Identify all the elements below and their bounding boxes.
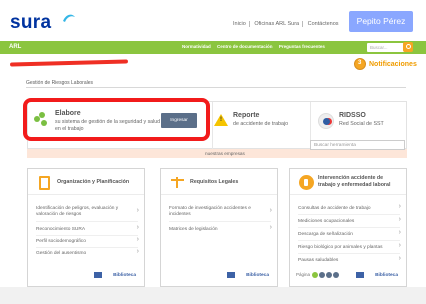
chevron-right-icon[interactable]: ›	[399, 203, 401, 210]
page: sura Inicio Oficinas ARL Sura Contácteno…	[0, 0, 426, 304]
toplink-contactenos[interactable]: Contáctenos	[305, 21, 342, 27]
reporte-description: de accidente de trabajo	[233, 121, 289, 127]
book-icon	[227, 272, 235, 278]
box-item[interactable]: Descarga de señalización	[298, 232, 394, 238]
box-intervencion: Intervención accidente de trabajo y enfe…	[289, 168, 407, 287]
box-organizacion: Organización y Planificación Identificac…	[27, 168, 145, 287]
box-item[interactable]: Reconocimiento SURA	[36, 227, 132, 233]
page-bottom-shadow	[0, 287, 426, 304]
box-title-intervencion: Intervención accidente de trabajo y enfe…	[318, 175, 391, 188]
box-separator	[36, 247, 138, 248]
chevron-right-icon[interactable]: ›	[399, 216, 401, 223]
main-nav-links: Normatividad Centro de documentación Pre…	[182, 44, 330, 49]
highlight-annotation	[23, 98, 210, 141]
redacted-bar	[9, 59, 129, 67]
notifications-link[interactable]: Notificaciones	[369, 61, 417, 68]
tools-strip-text: nuestras empresas	[205, 151, 245, 156]
chevron-right-icon[interactable]: ›	[137, 248, 139, 255]
box-item[interactable]: Mediciones ocupacionales	[298, 219, 394, 225]
box-separator	[298, 227, 400, 228]
pager-dot-3[interactable]	[326, 272, 333, 278]
top-header: sura Inicio Oficinas ARL Sura Contácteno…	[0, 0, 426, 40]
sura-logo[interactable]: sura	[10, 12, 51, 34]
box-title-organizacion: Organización y Planificación	[57, 179, 130, 185]
book-icon	[356, 272, 364, 278]
chevron-right-icon[interactable]: ›	[399, 229, 401, 236]
pager-dot-1[interactable]	[312, 272, 319, 278]
box-requisitos: Requisitos Legales Formato de investigac…	[160, 168, 278, 287]
box-item[interactable]: Riesgo biológico por animales y plantas	[298, 245, 394, 251]
box-separator	[298, 253, 400, 254]
box-separator	[36, 221, 138, 222]
chevron-right-icon[interactable]: ›	[270, 224, 272, 231]
chevron-right-icon[interactable]: ›	[270, 207, 272, 214]
nav-centro-documentacion[interactable]: Centro de documentación	[217, 44, 273, 49]
ridsso-icon	[318, 113, 334, 129]
book-icon	[94, 272, 102, 278]
pager-dot-2[interactable]	[319, 272, 326, 278]
biblioteca-link[interactable]: Biblioteca	[246, 273, 269, 278]
box-item[interactable]: Consultas de accidente de trabajo	[298, 206, 394, 212]
card-divider	[212, 102, 213, 150]
document-icon	[39, 176, 50, 190]
scale-icon	[171, 177, 184, 188]
box-item[interactable]: Formato de investigación accidentes e in…	[169, 206, 265, 218]
box-item[interactable]: Matrices de legislación	[169, 227, 265, 233]
sura-logo-mark-icon	[63, 14, 75, 22]
biblioteca-link[interactable]: Biblioteca	[113, 273, 136, 278]
first-aid-icon	[299, 175, 314, 190]
box-title-requisitos: Requisitos Legales	[190, 179, 239, 185]
top-search-input[interactable]: Buscar...	[367, 43, 405, 52]
biblioteca-link[interactable]: Biblioteca	[375, 273, 398, 278]
box-separator	[298, 240, 400, 241]
box-separator	[169, 221, 271, 222]
ridsso-description: Red Social de SST	[339, 121, 384, 127]
notification-bell-icon[interactable]	[354, 58, 366, 70]
search-icon[interactable]	[403, 42, 413, 52]
top-links: Inicio Oficinas ARL Sura Contáctenos	[230, 21, 342, 27]
box-item[interactable]: Identificación de peligros, evaluación y…	[36, 206, 132, 218]
chevron-right-icon[interactable]: ›	[137, 224, 139, 231]
pagination: Página	[296, 272, 340, 278]
chevron-right-icon[interactable]: ›	[399, 242, 401, 249]
chevron-right-icon[interactable]: ›	[399, 255, 401, 262]
box-separator	[36, 235, 138, 236]
nav-normatividad[interactable]: Normatividad	[182, 44, 211, 49]
ridsso-title[interactable]: RIDSSO	[339, 112, 366, 119]
pager-dot-4[interactable]	[333, 272, 340, 278]
toplink-oficinas[interactable]: Oficinas ARL Sura	[251, 21, 304, 27]
toplink-inicio[interactable]: Inicio	[230, 21, 250, 27]
tools-search-input[interactable]: Buscar herramienta	[310, 140, 405, 150]
user-profile-button[interactable]: Pepito Pérez	[349, 11, 413, 32]
arl-label: ARL	[9, 44, 22, 50]
section-title: Gestión de Riesgos Laborales	[26, 80, 93, 86]
section-divider	[26, 87, 406, 88]
reporte-title[interactable]: Reporte	[233, 112, 259, 119]
box-item[interactable]: Gestión del ausentismo	[36, 251, 132, 257]
pager-label: Página	[296, 272, 311, 278]
box-item[interactable]: Perfil sociodemográfico	[36, 239, 132, 245]
box-item[interactable]: Pausas saludables	[298, 258, 394, 264]
warning-icon	[214, 114, 228, 126]
chevron-right-icon[interactable]: ›	[137, 236, 139, 243]
nav-preguntas-frecuentes[interactable]: Preguntas frecuentes	[279, 44, 325, 49]
box-separator	[298, 214, 400, 215]
chevron-right-icon[interactable]: ›	[137, 207, 139, 214]
